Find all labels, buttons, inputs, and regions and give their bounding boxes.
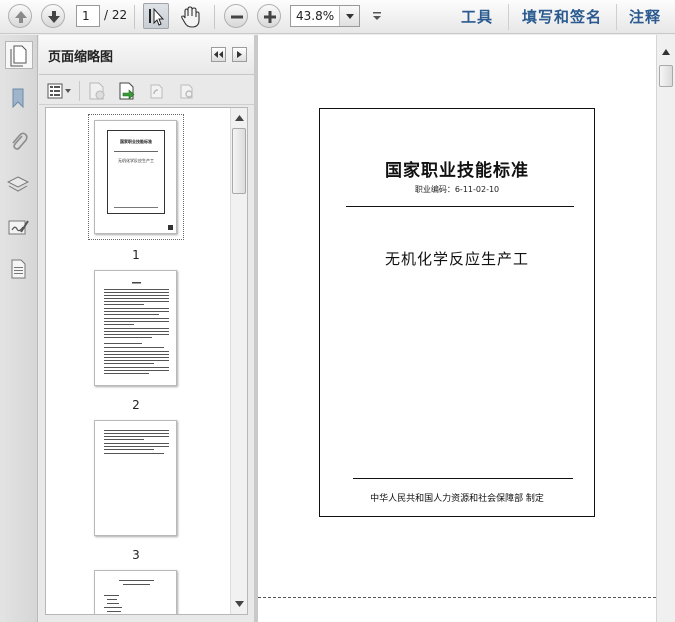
fill-sign-link[interactable]: 填写和签名 bbox=[522, 6, 602, 27]
thumbnail-label-1: 1 bbox=[132, 248, 140, 262]
chevron-down-icon bbox=[346, 14, 354, 19]
next-page-button[interactable] bbox=[41, 4, 65, 28]
page-total-label: / 22 bbox=[104, 8, 128, 22]
zoom-out-button[interactable] bbox=[224, 4, 248, 28]
minus-icon bbox=[231, 15, 243, 19]
panel-title: 页面缩略图 bbox=[48, 50, 114, 65]
menu-arrow-icon bbox=[373, 12, 381, 20]
layers-icon bbox=[6, 176, 30, 192]
zoom-dropdown-button[interactable] bbox=[339, 6, 359, 26]
print-page-button[interactable] bbox=[177, 81, 197, 101]
title-rule bbox=[346, 206, 574, 207]
collapse-panel-button[interactable] bbox=[211, 47, 226, 62]
hand-icon bbox=[181, 6, 200, 28]
thumbnail-scrollbar[interactable] bbox=[230, 108, 247, 614]
zoom-select[interactable]: 43.8% bbox=[290, 5, 360, 27]
rotate-page-button[interactable] bbox=[147, 81, 167, 101]
delete-page-button[interactable] bbox=[87, 81, 107, 101]
thumbnail-footer-line bbox=[114, 207, 158, 208]
document-scroll-thumb[interactable] bbox=[659, 65, 673, 87]
panel-toolbar bbox=[39, 76, 254, 105]
bookmark-icon bbox=[12, 88, 24, 109]
print-page-icon bbox=[180, 84, 193, 99]
double-left-icon bbox=[214, 51, 223, 58]
document-page: 国家职业技能标准 职业编码：6-11-02-10 无机化学反应生产工 中华人民共… bbox=[319, 108, 595, 517]
thumbnail-scroll-thumb[interactable] bbox=[232, 128, 246, 194]
delete-page-icon bbox=[89, 82, 105, 100]
page-number-input[interactable]: 1 bbox=[76, 5, 100, 27]
extract-page-button[interactable] bbox=[117, 81, 137, 101]
thumbnail-rule bbox=[114, 151, 158, 152]
document-subject: 无机化学反应生产工 bbox=[384, 250, 529, 268]
document-title: 国家职业技能标准 bbox=[385, 161, 529, 181]
expand-panel-button[interactable] bbox=[232, 47, 247, 62]
document-footer: 中华人民共和国人力资源和社会保障部 制定 bbox=[370, 494, 544, 504]
document-scrollbar[interactable] bbox=[656, 35, 675, 622]
thumbnail-page-3[interactable] bbox=[94, 420, 177, 536]
thumbnail-list: 国家职业技能标准 无机化学反应生产工 1 2 3 bbox=[45, 107, 248, 615]
toolbar-more-button[interactable] bbox=[370, 9, 384, 23]
options-menu-button[interactable] bbox=[47, 81, 73, 101]
chevron-right-icon bbox=[237, 51, 242, 58]
toolbar-divider bbox=[508, 4, 509, 30]
panel-toolbar-divider bbox=[79, 81, 80, 101]
thumbnail-page-2[interactable] bbox=[94, 270, 177, 386]
comment-link[interactable]: 注释 bbox=[629, 6, 661, 27]
toolbar-divider bbox=[134, 5, 135, 29]
thumbnail-resize-handle[interactable] bbox=[168, 225, 173, 230]
thumbnail-page-4[interactable] bbox=[94, 570, 177, 614]
content-tab[interactable] bbox=[7, 258, 29, 280]
zoom-in-button[interactable] bbox=[257, 4, 281, 28]
thumbnail-subject: 无机化学反应生产工 bbox=[118, 158, 154, 163]
navigation-rail bbox=[0, 35, 38, 622]
thumbnails-panel: 页面缩略图 国家职业技能标准 无机化学反应生产工 1 2 3 bbox=[39, 35, 254, 622]
layers-tab[interactable] bbox=[6, 173, 30, 195]
options-icon bbox=[47, 83, 71, 99]
thumbnails-tab[interactable] bbox=[5, 41, 33, 69]
toolbar-divider bbox=[214, 5, 215, 29]
select-tool-button[interactable] bbox=[143, 3, 169, 29]
arrow-up-icon bbox=[15, 11, 27, 23]
document-icon bbox=[11, 259, 26, 279]
attachments-tab[interactable] bbox=[7, 130, 29, 152]
page-break-line bbox=[258, 597, 656, 598]
signatures-tab[interactable] bbox=[7, 216, 29, 238]
footer-rule bbox=[353, 478, 573, 479]
thumbnail-text-lines bbox=[104, 282, 169, 374]
occupation-code: 职业编码：6-11-02-10 bbox=[414, 185, 500, 194]
arrow-down-icon bbox=[48, 11, 60, 23]
scroll-up-icon[interactable] bbox=[231, 111, 248, 125]
bookmarks-tab[interactable] bbox=[7, 87, 29, 109]
extract-page-icon bbox=[119, 82, 135, 100]
thumbnail-page-1[interactable]: 国家职业技能标准 无机化学反应生产工 bbox=[94, 120, 177, 234]
signature-icon bbox=[8, 220, 29, 235]
thumbnail-label-2: 2 bbox=[132, 398, 140, 412]
thumbnail-page-frame: 国家职业技能标准 无机化学反应生产工 bbox=[107, 130, 165, 214]
page-icon bbox=[10, 45, 27, 67]
panel-header: 页面缩略图 bbox=[39, 35, 254, 75]
thumbnail-title: 国家职业技能标准 bbox=[120, 139, 152, 144]
scroll-up-icon[interactable] bbox=[657, 45, 675, 59]
scroll-down-icon[interactable] bbox=[231, 597, 248, 611]
toolbar: 1 / 22 43.8% 工具 填写和签名 注释 bbox=[0, 0, 675, 34]
hand-tool-button[interactable] bbox=[177, 4, 203, 30]
thumbnail-text-lines bbox=[104, 430, 169, 454]
thumbnail-text-lines bbox=[104, 580, 154, 612]
cursor-icon bbox=[149, 7, 165, 26]
document-view: 国家职业技能标准 职业编码：6-11-02-10 无机化学反应生产工 中华人民共… bbox=[258, 35, 656, 622]
rotate-page-icon bbox=[150, 84, 163, 99]
paperclip-icon bbox=[12, 132, 28, 150]
thumbnail-label-3: 3 bbox=[132, 548, 140, 562]
plus-icon bbox=[264, 11, 276, 23]
previous-page-button[interactable] bbox=[8, 4, 32, 28]
tools-link[interactable]: 工具 bbox=[461, 6, 493, 27]
zoom-value: 43.8% bbox=[296, 9, 335, 23]
toolbar-divider bbox=[616, 4, 617, 30]
